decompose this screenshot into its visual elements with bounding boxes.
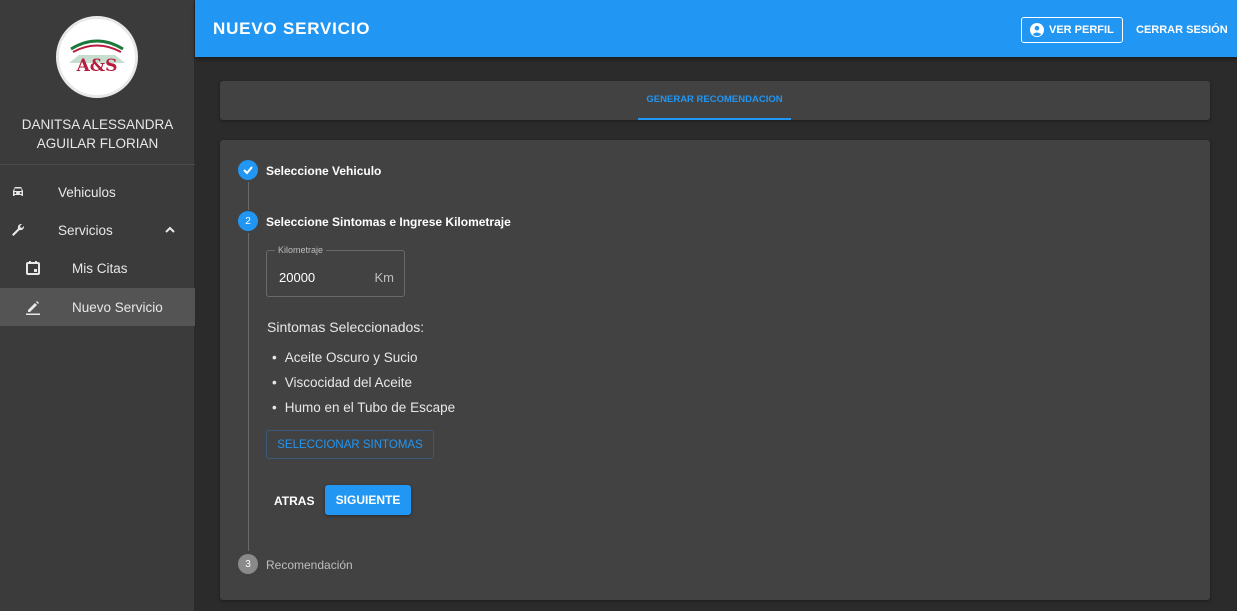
tab-bar: GENERAR RECOMENDACION xyxy=(220,81,1210,120)
next-button[interactable]: SIGUIENTE xyxy=(325,485,411,515)
step-3-label: Recomendación xyxy=(266,558,353,572)
stepper-card: Seleccione Vehiculo 2 Seleccione Sintoma… xyxy=(220,140,1210,600)
user-name-line2: AGUILAR FLORIAN xyxy=(36,136,159,151)
symptom-item: • Viscocidad del Aceite xyxy=(272,375,413,390)
step-2-label[interactable]: Seleccione Sintomas e Ingrese Kilometraj… xyxy=(266,215,511,229)
symptom-text: Humo en el Tubo de Escape xyxy=(284,400,456,415)
step-3-number: 3 xyxy=(238,554,258,574)
brand-logo: A&S xyxy=(56,16,138,98)
step-1-check-icon xyxy=(238,160,258,180)
sidebar-item-mis-citas[interactable]: Mis Citas xyxy=(0,249,195,287)
sidebar-item-servicios[interactable]: Servicios xyxy=(0,211,195,249)
symptom-text: Viscocidad del Aceite xyxy=(284,375,413,390)
symptoms-title: Sintomas Seleccionados: xyxy=(267,319,425,335)
app-root: A&S DANITSA ALESSANDRA AGUILAR FLORIAN V… xyxy=(0,0,1237,611)
sidebar-item-label: Servicios xyxy=(58,222,113,238)
kilometraje-value[interactable]: 20000 xyxy=(279,270,315,285)
sidebar-item-vehiculos[interactable]: Vehiculos xyxy=(0,173,195,211)
car-icon xyxy=(13,187,23,196)
account-circle-icon xyxy=(1030,23,1044,37)
check-icon xyxy=(243,166,253,175)
page-title: NUEVO SERVICIO xyxy=(213,19,371,38)
step-connector xyxy=(248,233,249,551)
step-1-label[interactable]: Seleccione Vehiculo xyxy=(266,164,381,178)
view-profile-label: VER PERFIL xyxy=(1049,24,1114,36)
user-name-line1: DANITSA ALESSANDRA xyxy=(21,117,174,132)
select-symptoms-button[interactable]: SELECCIONAR SINTOMAS xyxy=(266,430,434,459)
calendar-icon xyxy=(26,261,40,275)
symptom-text: Aceite Oscuro y Sucio xyxy=(284,350,418,365)
symptom-item: • Aceite Oscuro y Sucio xyxy=(272,350,418,365)
kilometraje-unit: Km xyxy=(374,270,395,285)
sidebar-item-label: Nuevo Servicio xyxy=(72,299,163,315)
sidebar: A&S DANITSA ALESSANDRA AGUILAR FLORIAN V… xyxy=(0,0,195,611)
step-2-number: 2 xyxy=(238,211,258,231)
user-name: DANITSA ALESSANDRA AGUILAR FLORIAN xyxy=(0,115,195,153)
logout-button[interactable]: CERRAR SESIÓN xyxy=(1136,24,1228,36)
tab-generar-recomendacion[interactable]: GENERAR RECOMENDACION xyxy=(638,81,791,120)
wrench-icon xyxy=(12,223,25,236)
kilometraje-label: Kilometraje xyxy=(275,245,327,255)
sidebar-item-label: Vehiculos xyxy=(58,184,116,200)
sidebar-item-label: Mis Citas xyxy=(72,260,128,276)
back-button[interactable]: ATRAS xyxy=(274,494,314,508)
logo-text: A&S xyxy=(76,56,118,76)
chevron-up-icon xyxy=(165,226,175,233)
sidebar-divider xyxy=(0,164,195,165)
sidebar-item-nuevo-servicio[interactable]: Nuevo Servicio xyxy=(0,288,195,326)
pencil-icon xyxy=(26,301,40,315)
view-profile-button[interactable]: VER PERFIL xyxy=(1021,17,1123,43)
symptom-item: • Humo en el Tubo de Escape xyxy=(272,400,456,415)
kilometraje-field[interactable]: Kilometraje 20000 Km xyxy=(266,245,405,297)
car-logo-icon: A&S xyxy=(69,39,125,76)
app-header: NUEVO SERVICIO VER PERFIL CERRAR SESIÓN xyxy=(195,0,1237,57)
step-connector xyxy=(248,182,249,210)
